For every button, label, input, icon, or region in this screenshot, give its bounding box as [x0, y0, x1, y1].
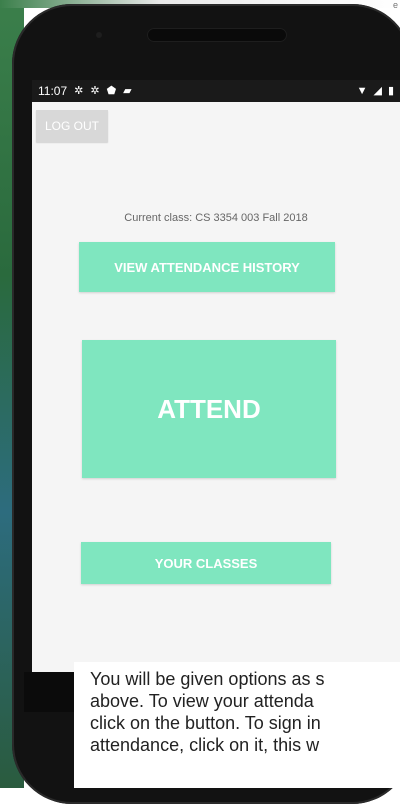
- phone-camera: [96, 32, 102, 38]
- phone-speaker: [147, 28, 287, 42]
- app-content: LOG OUT Current class: CS 3354 003 Fall …: [32, 102, 400, 690]
- attend-button[interactable]: ATTEND: [82, 340, 336, 478]
- wifi-icon: ▼: [356, 84, 368, 97]
- status-left: 11:07 ✲ ✲ ⬟ ▰: [38, 84, 132, 98]
- caption-line-4: attendance, click on it, this w: [90, 735, 320, 755]
- gear-icon: ✲: [90, 84, 100, 97]
- signal-icon: ◢: [373, 84, 382, 97]
- background-top-right-text: e: [392, 0, 398, 10]
- caption-text-box: You will be given options as s above. To…: [74, 662, 400, 788]
- view-attendance-history-button[interactable]: VIEW ATTENDANCE HISTORY: [79, 242, 335, 292]
- status-time: 11:07: [38, 84, 68, 98]
- battery-icon: ▮: [387, 84, 394, 97]
- phone-screen: 11:07 ✲ ✲ ⬟ ▰ ▼ ◢ ▮ LOG OUT Current clas…: [32, 80, 400, 690]
- sd-card-icon: ▰: [123, 84, 132, 97]
- status-right: ▼ ◢ ▮: [356, 84, 394, 97]
- gear-icon: ✲: [74, 84, 84, 97]
- your-classes-button[interactable]: YOUR CLASSES: [81, 542, 331, 584]
- shield-icon: ⬟: [106, 84, 117, 97]
- caption-line-3: click on the button. To sign in: [90, 713, 321, 733]
- bottom-dark-area: [24, 672, 74, 712]
- caption-line-2: above. To view your attenda: [90, 691, 314, 711]
- caption-line-1: You will be given options as s: [90, 669, 325, 689]
- status-bar: 11:07 ✲ ✲ ⬟ ▰ ▼ ◢ ▮: [32, 80, 400, 102]
- current-class-text: Current class: CS 3354 003 Fall 2018: [124, 212, 308, 224]
- logout-button[interactable]: LOG OUT: [36, 110, 108, 142]
